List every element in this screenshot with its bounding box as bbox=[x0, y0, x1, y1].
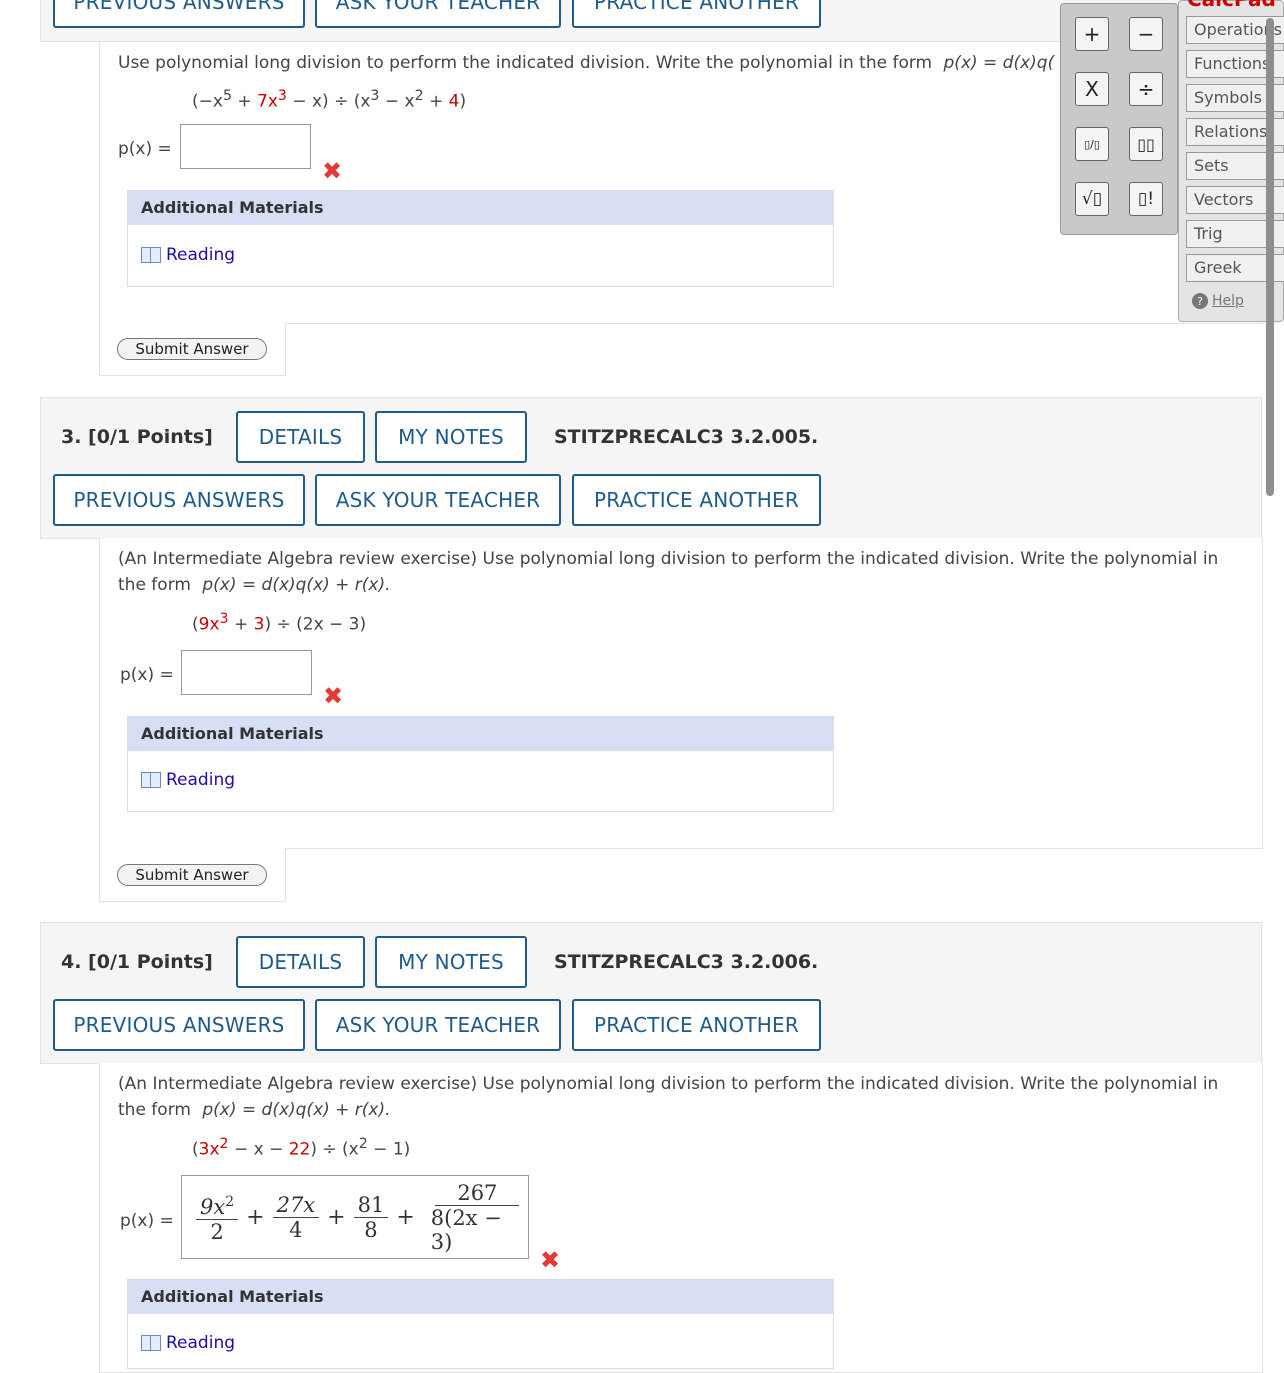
prev-additional-materials: Additional Materials Reading bbox=[127, 190, 834, 287]
q4-additional-materials-header: Additional Materials bbox=[128, 1280, 833, 1314]
previous-answers-button[interactable]: PREVIOUS ANSWERS bbox=[53, 0, 305, 28]
q4-my-notes-button[interactable]: MY NOTES bbox=[375, 936, 527, 988]
book-icon bbox=[141, 247, 161, 263]
answer-fraction-1: 9x2 2 bbox=[196, 1190, 239, 1244]
fraction-key[interactable]: ▯/▯ bbox=[1075, 127, 1109, 161]
ask-your-teacher-button[interactable]: ASK YOUR TEACHER bbox=[315, 0, 561, 28]
practice-another-button[interactable]: PRACTICE ANOTHER bbox=[572, 0, 821, 28]
q3-ask-your-teacher-button[interactable]: ASK YOUR TEACHER bbox=[315, 474, 561, 526]
plus-sign: + bbox=[327, 1204, 346, 1230]
q3-previous-answers-button[interactable]: PREVIOUS ANSWERS bbox=[53, 474, 305, 526]
answer-fraction-4: 267 8(2x − 3) bbox=[427, 1181, 528, 1254]
q4-problem-code: STITZPRECALC3 3.2.006. bbox=[554, 951, 819, 973]
prev-p-label: p(x) = bbox=[118, 139, 172, 159]
q4-reading-link[interactable]: Reading bbox=[141, 1333, 235, 1353]
prev-question-expression: (−x5 + 7x3 − x) ÷ (x3 − x2 + 4) bbox=[192, 88, 467, 112]
q3-practice-another-button[interactable]: PRACTICE ANOTHER bbox=[572, 474, 821, 526]
q3-expression: (9x3 + 3) ÷ (2x − 3) bbox=[192, 611, 367, 635]
prev-answer-input[interactable] bbox=[180, 124, 311, 169]
plus-sign: + bbox=[246, 1204, 265, 1230]
prev-question-text: Use polynomial long division to perform … bbox=[118, 53, 1055, 73]
q3-details-button[interactable]: DETAILS bbox=[236, 411, 365, 463]
q3-reading-link[interactable]: Reading bbox=[141, 770, 235, 790]
q4-answer-input[interactable]: 9x2 2 + 27x 4 + 81 8 + 267 8(2x − 3) bbox=[181, 1175, 529, 1259]
calcpad-keypad: + − X ÷ ▯/▯ ▯▯ √▯ ▯! bbox=[1060, 3, 1178, 235]
minus-key[interactable]: − bbox=[1129, 17, 1163, 51]
exponent-key[interactable]: ▯▯ bbox=[1129, 127, 1163, 161]
q4-practice-another-button[interactable]: PRACTICE ANOTHER bbox=[572, 999, 821, 1051]
q4-p-label: p(x) = bbox=[120, 1211, 174, 1231]
q4-points: 4. [0/1 Points] bbox=[61, 951, 213, 973]
q3-submit-area: Submit Answer bbox=[99, 848, 286, 902]
prev-submit-area: Submit Answer bbox=[99, 322, 286, 376]
factorial-key[interactable]: ▯! bbox=[1129, 182, 1163, 216]
sqrt-key[interactable]: √▯ bbox=[1075, 182, 1109, 216]
q4-details-button[interactable]: DETAILS bbox=[236, 936, 365, 988]
divide-key[interactable]: ÷ bbox=[1129, 72, 1163, 106]
plus-sign: + bbox=[396, 1204, 415, 1230]
reading-link[interactable]: Reading bbox=[141, 245, 235, 265]
calcpad-title: CalcPad bbox=[1187, 0, 1276, 11]
q3-points: 3. [0/1 Points] bbox=[61, 426, 213, 448]
q3-additional-materials-header: Additional Materials bbox=[128, 717, 833, 751]
answer-fraction-3: 81 8 bbox=[353, 1193, 389, 1242]
q3-p-label: p(x) = bbox=[120, 665, 174, 685]
help-link[interactable]: ? Help bbox=[1192, 293, 1244, 309]
q4-expression: (3x2 − x − 22) ÷ (x2 − 1) bbox=[192, 1136, 411, 1160]
book-icon bbox=[141, 1335, 161, 1351]
additional-materials-header: Additional Materials bbox=[128, 191, 833, 225]
q3-question-text: (An Intermediate Algebra review exercise… bbox=[118, 549, 1219, 595]
q4-incorrect-icon: ✖ bbox=[540, 1246, 561, 1274]
q4-ask-your-teacher-button[interactable]: ASK YOUR TEACHER bbox=[315, 999, 561, 1051]
submit-answer-button[interactable]: Submit Answer bbox=[117, 338, 267, 360]
q4-previous-answers-button[interactable]: PREVIOUS ANSWERS bbox=[53, 999, 305, 1051]
q3-additional-materials: Additional Materials Reading bbox=[127, 716, 834, 812]
q3-submit-answer-button[interactable]: Submit Answer bbox=[117, 864, 267, 886]
scrollbar-thumb[interactable] bbox=[1266, 18, 1274, 496]
times-key[interactable]: X bbox=[1075, 72, 1109, 106]
q3-answer-input[interactable] bbox=[181, 650, 312, 695]
help-icon: ? bbox=[1192, 293, 1208, 309]
plus-key[interactable]: + bbox=[1075, 17, 1109, 51]
incorrect-icon: ✖ bbox=[322, 157, 343, 185]
answer-fraction-2: 27x 4 bbox=[272, 1193, 320, 1242]
q3-problem-code: STITZPRECALC3 3.2.005. bbox=[554, 426, 819, 448]
q4-question-text: (An Intermediate Algebra review exercise… bbox=[118, 1074, 1219, 1120]
q3-incorrect-icon: ✖ bbox=[323, 682, 344, 710]
q3-my-notes-button[interactable]: MY NOTES bbox=[375, 411, 527, 463]
book-icon bbox=[141, 772, 161, 788]
q4-additional-materials: Additional Materials Reading bbox=[127, 1279, 834, 1369]
